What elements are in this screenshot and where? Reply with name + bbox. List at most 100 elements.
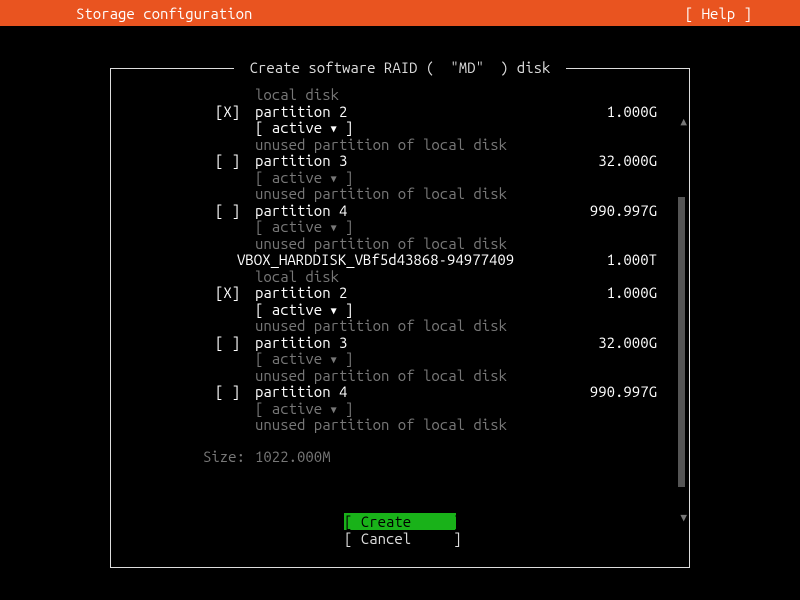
header-bar: Storage configuration [ Help ] [0,0,800,26]
help-button[interactable]: [ Help ] [685,5,800,22]
item-label: unused partition of local disk [255,137,567,154]
create-button[interactable]: [ Create ] [344,513,456,530]
item-label: [ active ▼ ] [255,302,567,319]
checkbox [215,137,255,154]
scrollbar[interactable] [678,197,685,487]
list-item: unused partition of local disk [123,417,677,434]
dialog-title: Create software RAID ("MD") disk [111,59,689,76]
list-item: [ active ▼ ] [123,120,677,137]
item-size: 32.000G [567,335,657,352]
item-label: local disk [255,269,567,286]
list-item: VBOX_HARDDISK_VBf5d43868-949774091.000T [123,252,677,269]
item-label: [ active ▼ ] [255,170,567,187]
checkbox [215,318,255,335]
size-row: Size: 1022.000M [179,448,677,465]
cancel-button[interactable]: [ Cancel ] [344,530,456,547]
item-label: unused partition of local disk [255,186,567,203]
chevron-down-icon[interactable]: ▼ [331,222,337,233]
checkbox[interactable]: [X] [215,104,255,121]
item-size: 990.997G [567,384,657,401]
checkbox[interactable]: [ ] [215,203,255,220]
item-label: unused partition of local disk [255,417,567,434]
item-size [567,236,657,253]
partition-list: local disk[X]partition 21.000G[ active ▼… [123,87,677,434]
list-item[interactable]: [ ]partition 4990.997G [123,384,677,401]
scroll-down-icon[interactable]: ▼ [680,511,687,524]
checkbox [215,417,255,434]
chevron-down-icon[interactable]: ▼ [331,305,337,316]
list-item[interactable]: [X]partition 21.000G [123,104,677,121]
item-size [567,351,657,368]
item-size [567,302,657,319]
list-item: unused partition of local disk [123,137,677,154]
list-item: unused partition of local disk [123,236,677,253]
list-item: unused partition of local disk [123,318,677,335]
checkbox[interactable]: [ ] [215,153,255,170]
item-label: partition 2 [255,285,567,302]
size-value: 1022.000M [255,448,331,465]
item-size [567,170,657,187]
item-size: 32.000G [567,153,657,170]
item-label: unused partition of local disk [255,318,567,335]
item-label: unused partition of local disk [255,368,567,385]
list-item: local disk [123,87,677,104]
list-item[interactable]: [X]partition 21.000G [123,285,677,302]
item-size [567,368,657,385]
checkbox [215,219,255,236]
chevron-down-icon[interactable]: ▼ [331,123,337,134]
list-item[interactable]: [ ]partition 332.000G [123,153,677,170]
item-size [567,269,657,286]
dialog-title-suffix: ) disk [492,59,558,76]
list-item: [ active ▼ ] [123,170,677,187]
dialog-title-quote: "MD" [442,59,492,76]
dialog-content: local disk[X]partition 21.000G[ active ▼… [111,87,689,567]
checkbox [215,236,255,253]
list-item: unused partition of local disk [123,368,677,385]
chevron-down-icon[interactable]: ▼ [331,173,337,184]
checkbox [215,170,255,187]
dialog-title-prefix: Create software RAID ( [242,59,443,76]
checkbox [215,351,255,368]
list-item: [ active ▼ ] [123,401,677,418]
item-size [567,120,657,137]
scroll-up-icon[interactable]: ▲ [680,115,687,128]
item-size [567,137,657,154]
item-size [567,318,657,335]
item-label: unused partition of local disk [255,236,567,253]
checkbox [215,269,255,286]
item-size: 1.000G [567,104,657,121]
chevron-down-icon[interactable]: ▼ [331,354,337,365]
chevron-down-icon[interactable]: ▼ [331,404,337,415]
item-label: partition 3 [255,335,567,352]
item-label: partition 3 [255,153,567,170]
list-item[interactable]: [ ]partition 332.000G [123,335,677,352]
checkbox[interactable]: [ ] [215,335,255,352]
item-label: partition 2 [255,104,567,121]
checkbox[interactable]: [ ] [215,384,255,401]
item-size [567,87,657,104]
item-label: partition 4 [255,203,567,220]
item-label: VBOX_HARDDISK_VBf5d43868-94977409 [237,252,567,269]
item-size: 1.000G [567,285,657,302]
item-label: [ active ▼ ] [255,219,567,236]
checkbox [215,302,255,319]
checkbox [215,87,255,104]
dialog-buttons: [ Create ] [ Cancel ] [111,513,689,547]
item-size: 990.997G [567,203,657,220]
item-label: [ active ▼ ] [255,120,567,137]
list-item[interactable]: [ ]partition 4990.997G [123,203,677,220]
checkbox [215,120,255,137]
item-size: 1.000T [567,252,657,269]
checkbox [215,401,255,418]
list-item: unused partition of local disk [123,186,677,203]
item-size [567,417,657,434]
item-size [567,219,657,236]
checkbox [215,186,255,203]
item-label: [ active ▼ ] [255,401,567,418]
item-size [567,186,657,203]
list-item: local disk [123,269,677,286]
checkbox[interactable]: [X] [215,285,255,302]
item-label: partition 4 [255,384,567,401]
list-item: [ active ▼ ] [123,302,677,319]
item-size [567,401,657,418]
